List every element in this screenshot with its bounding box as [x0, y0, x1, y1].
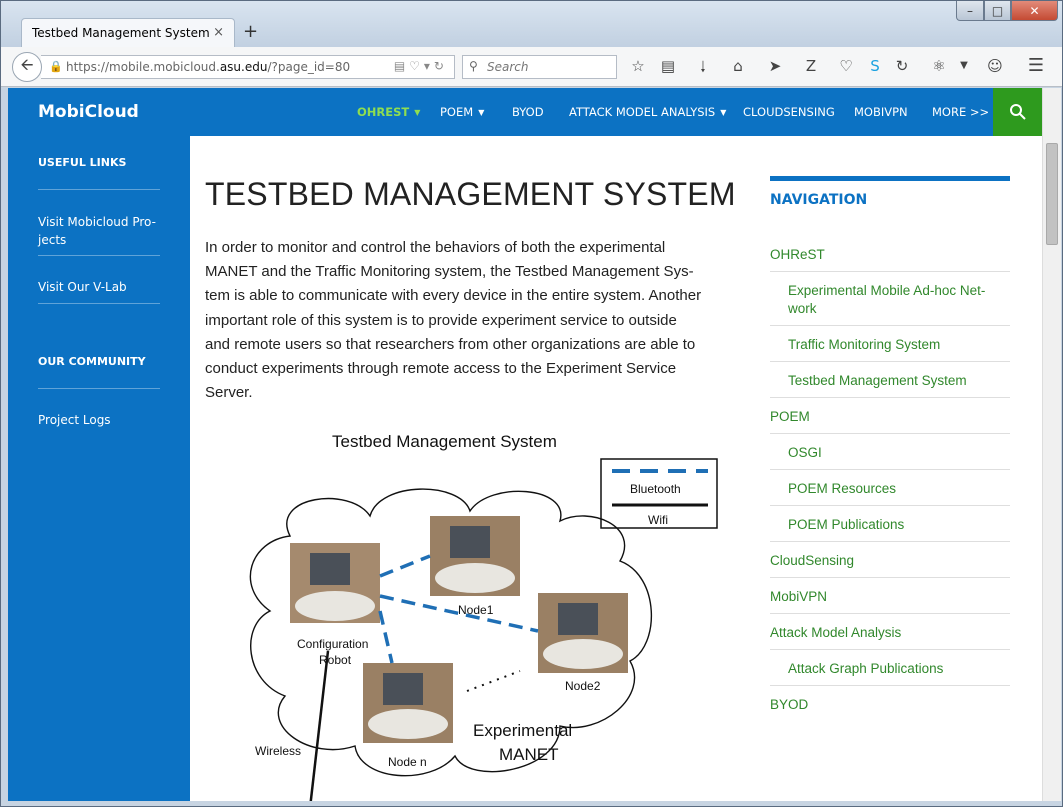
page-scrollbar[interactable] [1042, 88, 1061, 801]
widget-top-border [770, 176, 1010, 181]
config-robot-label: Configuration [297, 637, 368, 651]
wireless-label: Wireless [255, 744, 301, 758]
address-bar[interactable]: 🔒 https://mobile.mobicloud.asu.edu/?page… [41, 55, 455, 79]
search-placeholder: Search [487, 60, 529, 74]
divider [38, 303, 160, 304]
reader-view-icon[interactable]: ▤♡▾↻ [394, 59, 448, 73]
node2-label: Node2 [565, 679, 601, 693]
site-header: MobiCloud OHREST ▼ POEM ▼ BYOD ATTACK MODE… [8, 88, 1042, 136]
page-title: TESTBED MANAGEMENT SYSTEM [205, 176, 736, 212]
nav-item-osgi[interactable]: OSGI [770, 434, 1010, 470]
lock-icon: 🔒 [49, 60, 63, 73]
close-window-button[interactable]: ✕ [1011, 1, 1058, 21]
menu-item-attack-model-analysis[interactable]: ATTACK MODEL ANALYSIS ▼ [569, 105, 726, 119]
visit-mobicloud-projects-link[interactable]: Visit Mobicloud Pro-jects [38, 213, 158, 249]
our-community-heading: OUR COMMUNITY [38, 355, 146, 368]
send-icon[interactable]: ➤ [765, 57, 785, 75]
testbed-diagram: Testbed Management System Bluetooth Wifi [249, 432, 718, 801]
menu-item-byod[interactable]: BYOD [512, 105, 544, 119]
divider [38, 189, 160, 190]
useful-links-heading: USEFUL LINKS [38, 156, 127, 169]
manet-label: Experimental [473, 721, 572, 740]
divider [38, 255, 160, 256]
download-icon[interactable]: 🠓 [693, 57, 713, 82]
close-tab-icon[interactable]: × [213, 25, 224, 40]
tab-title: Testbed Management System |... [32, 26, 210, 40]
manet-label-2: MANET [499, 745, 559, 764]
url-text: https://mobile.mobicloud.asu.edu/?page_i… [66, 60, 351, 74]
nav-item-byod[interactable]: BYOD [770, 686, 1010, 722]
chevron-down-icon[interactable]: ▼ [954, 60, 974, 71]
hamburger-menu-icon[interactable]: ☰ [1026, 55, 1046, 76]
maximize-button[interactable]: □ [984, 1, 1011, 21]
intro-paragraph: In order to monitor and control the beha… [205, 239, 702, 402]
skype-icon[interactable]: S [865, 57, 885, 75]
nav-item-attack-graph-publications[interactable]: Attack Graph Publications [770, 650, 1010, 686]
site-brand[interactable]: MobiCloud [38, 102, 139, 122]
reading-list-icon[interactable]: ▤ [658, 57, 678, 75]
nav-item-traffic-monitoring[interactable]: Traffic Monitoring System [770, 326, 1010, 362]
smiley-icon[interactable]: ☺ [985, 57, 1005, 75]
sync-icon[interactable]: ↻ [892, 57, 912, 75]
site-search-button[interactable] [993, 88, 1042, 136]
nav-item-ohrest[interactable]: OHReST [770, 236, 1010, 272]
node1-label: Node1 [458, 603, 494, 617]
navigation-heading: NAVIGATION [770, 192, 868, 208]
nav-item-cloudsensing[interactable]: CloudSensing [770, 542, 1010, 578]
nav-item-mobivpn[interactable]: MobiVPN [770, 578, 1010, 614]
menu-item-ohrest[interactable]: OHREST ▼ [357, 105, 420, 119]
menu-item-more[interactable]: MORE >> [932, 105, 989, 119]
minimize-button[interactable]: – [956, 1, 984, 21]
title-bar: Testbed Management System |... × + – □ ✕ [1, 1, 1062, 48]
menu-item-mobivpn[interactable]: MOBIVPN [854, 105, 908, 119]
nav-item-poem-publications[interactable]: POEM Publications [770, 506, 1010, 542]
diagram-title: Testbed Management System [332, 432, 557, 451]
home-icon[interactable]: ⌂ [728, 57, 748, 75]
pocket-icon[interactable]: ♡ [836, 57, 856, 75]
main-content: TESTBED MANAGEMENT SYSTEM In order to mo… [190, 136, 1042, 801]
nav-item-poem[interactable]: POEM [770, 398, 1010, 434]
legend-wifi-label: Wifi [648, 513, 668, 527]
divider [38, 388, 160, 389]
visit-v-lab-link[interactable]: Visit Our V-Lab [38, 278, 158, 296]
search-icon: ⚲ [469, 59, 478, 73]
nav-item-experimental-manet[interactable]: Experimental Mobile Ad-hoc Net-work [770, 272, 1010, 326]
search-input[interactable]: ⚲ Search [462, 55, 617, 79]
search-icon [1009, 104, 1026, 120]
extension-icon[interactable]: ⚛ [929, 57, 949, 75]
menu-item-poem[interactable]: POEM ▼ [440, 105, 484, 119]
scrollbar-thumb[interactable] [1046, 143, 1058, 245]
navigation-toolbar: 🔒 https://mobile.mobicloud.asu.edu/?page… [1, 47, 1062, 87]
legend-bluetooth-label: Bluetooth [630, 482, 681, 496]
project-logs-link[interactable]: Project Logs [38, 411, 158, 429]
bookmark-star-icon[interactable]: ☆ [628, 57, 648, 75]
new-tab-button[interactable]: + [243, 21, 258, 42]
zotero-icon[interactable]: Z [801, 57, 821, 75]
web-page: MobiCloud OHREST ▼ POEM ▼ BYOD ATTACK MODE… [8, 88, 1042, 801]
left-sidebar: USEFUL LINKS Visit Mobicloud Pro-jects V… [8, 136, 190, 801]
menu-item-cloudsensing[interactable]: CLOUDSENSING [743, 105, 835, 119]
nav-item-testbed-management[interactable]: Testbed Management System [770, 362, 1010, 398]
browser-tab[interactable]: Testbed Management System |... × [21, 18, 235, 48]
nav-item-attack-model-analysis[interactable]: Attack Model Analysis [770, 614, 1010, 650]
browser-window: Testbed Management System |... × + – □ ✕… [0, 0, 1063, 807]
noden-label: Node n [388, 755, 427, 769]
config-robot-label-2: Robot [319, 653, 352, 667]
back-button[interactable]: 🡨 [12, 52, 42, 82]
nav-item-poem-resources[interactable]: POEM Resources [770, 470, 1010, 506]
